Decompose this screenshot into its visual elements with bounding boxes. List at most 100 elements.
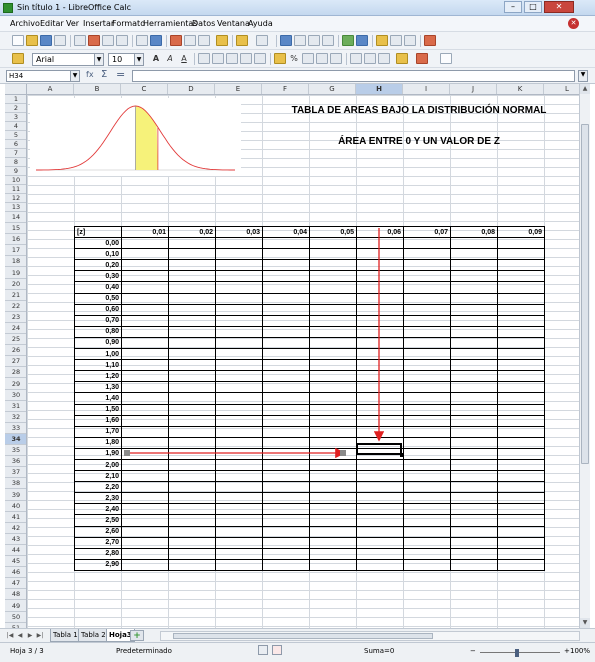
- background-color-icon[interactable]: [396, 53, 408, 64]
- row-header-25[interactable]: 25: [5, 334, 26, 346]
- number-format-icon[interactable]: [302, 53, 314, 64]
- tab-tabla-1[interactable]: Tabla 1: [50, 629, 81, 642]
- row-header-37[interactable]: 37: [5, 467, 26, 479]
- area-cell[interactable]: [403, 403, 451, 416]
- area-cell[interactable]: [403, 370, 451, 383]
- area-cell[interactable]: [450, 558, 498, 571]
- z-value-cell[interactable]: 1,80: [74, 436, 122, 449]
- area-cell[interactable]: [262, 348, 310, 361]
- area-cell[interactable]: [356, 547, 404, 560]
- area-cell[interactable]: [168, 558, 216, 571]
- column-header-b[interactable]: B: [74, 84, 121, 94]
- z-value-cell[interactable]: 0,20: [74, 259, 122, 272]
- area-cell[interactable]: [356, 392, 404, 405]
- row-header-13[interactable]: 13: [5, 203, 26, 212]
- area-cell[interactable]: [450, 481, 498, 494]
- area-cell[interactable]: [403, 314, 451, 327]
- column-header-g[interactable]: G: [309, 84, 356, 94]
- area-cell[interactable]: [497, 292, 545, 305]
- area-cell[interactable]: [309, 325, 357, 338]
- row-header-5[interactable]: 5: [5, 131, 26, 140]
- area-cell[interactable]: [215, 436, 263, 449]
- area-cell[interactable]: [450, 237, 498, 250]
- area-cell[interactable]: [262, 259, 310, 272]
- area-cell[interactable]: [262, 470, 310, 483]
- area-cell[interactable]: [215, 414, 263, 427]
- area-cell[interactable]: [215, 425, 263, 438]
- zoom-out-icon[interactable]: −: [470, 647, 476, 655]
- area-cell[interactable]: [497, 503, 545, 516]
- area-cell[interactable]: [262, 270, 310, 283]
- area-cell[interactable]: [121, 259, 169, 272]
- area-cell[interactable]: [121, 514, 169, 527]
- area-cell[interactable]: [403, 536, 451, 549]
- area-cell[interactable]: [121, 270, 169, 283]
- row-header-31[interactable]: 31: [5, 401, 26, 412]
- area-cell[interactable]: [356, 248, 404, 261]
- z-value-cell[interactable]: 1,50: [74, 403, 122, 416]
- area-cell[interactable]: [403, 447, 451, 460]
- area-cell[interactable]: [497, 281, 545, 294]
- zoom-in-icon[interactable]: +: [564, 647, 570, 655]
- area-cell[interactable]: [121, 470, 169, 483]
- expand-formula-icon[interactable]: ▼: [578, 70, 588, 82]
- area-cell[interactable]: [215, 336, 263, 350]
- area-cell[interactable]: [450, 547, 498, 560]
- area-cell[interactable]: [403, 281, 451, 294]
- area-cell[interactable]: [121, 525, 169, 538]
- area-cell[interactable]: [403, 436, 451, 449]
- area-cell[interactable]: [215, 447, 263, 460]
- z-value-cell[interactable]: 1,70: [74, 425, 122, 438]
- area-cell[interactable]: [309, 237, 357, 250]
- area-cell[interactable]: [450, 514, 498, 527]
- area-cell[interactable]: [168, 525, 216, 538]
- area-cell[interactable]: [262, 536, 310, 549]
- area-cell[interactable]: [403, 492, 451, 505]
- vertical-scrollbar[interactable]: ▲ ▼: [579, 84, 590, 628]
- minimize-button[interactable]: –: [504, 1, 522, 13]
- area-cell[interactable]: [215, 259, 263, 272]
- z-value-cell[interactable]: 2,60: [74, 525, 122, 538]
- area-cell[interactable]: [497, 392, 545, 405]
- col-header-cell[interactable]: 0,06: [356, 225, 404, 239]
- area-cell[interactable]: [168, 292, 216, 305]
- area-cell[interactable]: [215, 381, 263, 394]
- z-value-cell[interactable]: 0,70: [74, 314, 122, 327]
- horizontal-scrollbar[interactable]: [160, 631, 580, 641]
- area-cell[interactable]: [262, 381, 310, 394]
- row-header-22[interactable]: 22: [5, 301, 26, 312]
- col-header-cell[interactable]: 0,04: [262, 225, 310, 239]
- area-cell[interactable]: [168, 436, 216, 449]
- area-cell[interactable]: [121, 359, 169, 372]
- area-cell[interactable]: [121, 336, 169, 350]
- area-cell[interactable]: [450, 248, 498, 261]
- area-cell[interactable]: [262, 314, 310, 327]
- area-cell[interactable]: [450, 392, 498, 405]
- area-cell[interactable]: [356, 525, 404, 538]
- area-cell[interactable]: [262, 481, 310, 494]
- row-header-16[interactable]: 16: [5, 234, 26, 246]
- area-cell[interactable]: [121, 503, 169, 516]
- area-cell[interactable]: [309, 381, 357, 394]
- area-cell[interactable]: [497, 314, 545, 327]
- bold-icon[interactable]: A: [150, 53, 162, 64]
- row-header-20[interactable]: 20: [5, 279, 26, 290]
- row-header-49[interactable]: 49: [5, 601, 26, 612]
- area-cell[interactable]: [497, 436, 545, 449]
- align-left-icon[interactable]: [198, 53, 210, 64]
- spellcheck-icon[interactable]: [136, 35, 148, 46]
- hyperlink-icon[interactable]: [280, 35, 292, 46]
- area-cell[interactable]: [356, 259, 404, 272]
- area-cell[interactable]: [262, 237, 310, 250]
- area-cell[interactable]: [356, 503, 404, 516]
- area-cell[interactable]: [309, 503, 357, 516]
- next-sheet-icon[interactable]: ▶: [26, 632, 34, 640]
- row-header-4[interactable]: 4: [5, 122, 26, 131]
- row-header-34[interactable]: 34: [5, 434, 26, 446]
- area-cell[interactable]: [309, 514, 357, 527]
- export-pdf-icon[interactable]: [88, 35, 100, 46]
- font-color-icon[interactable]: [416, 53, 428, 64]
- currency-format-icon[interactable]: [274, 53, 286, 64]
- area-cell[interactable]: [309, 281, 357, 294]
- column-header-f[interactable]: F: [262, 84, 309, 94]
